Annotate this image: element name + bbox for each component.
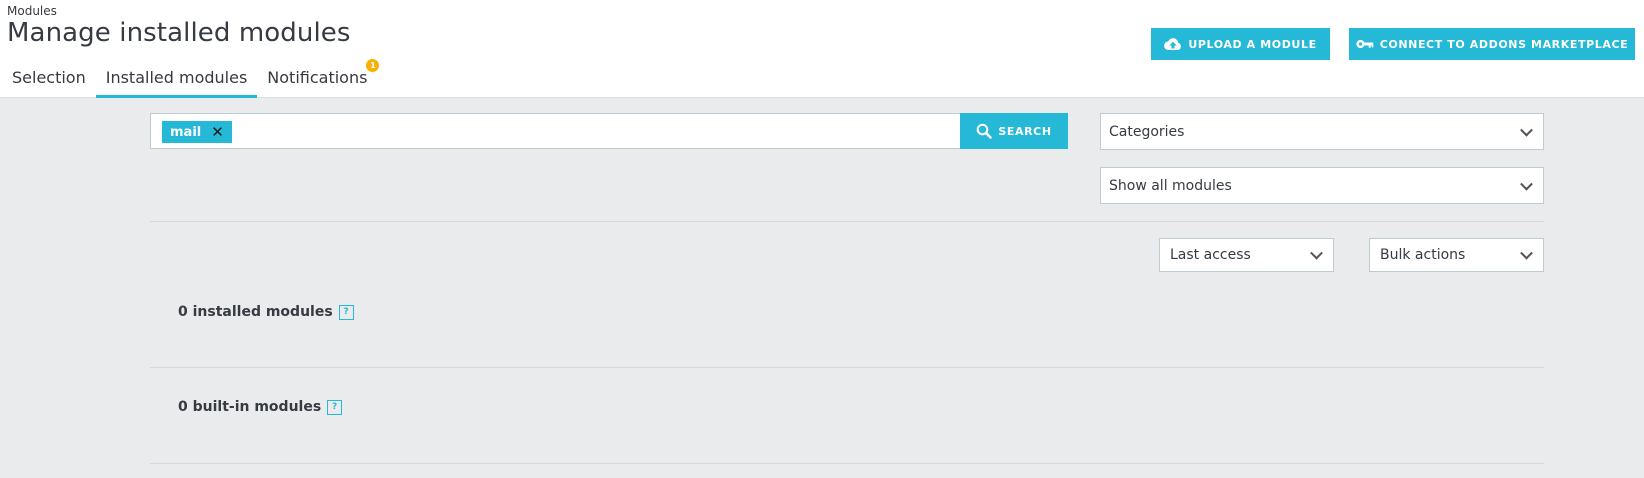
search-tag-label: mail <box>170 124 202 140</box>
divider <box>150 221 1544 222</box>
breadcrumb[interactable]: Modules <box>7 4 57 18</box>
chevron-down-icon <box>1310 246 1323 260</box>
sort-select[interactable]: Last access <box>1159 238 1334 272</box>
connect-addons-button[interactable]: Connect to Addons marketplace <box>1349 28 1635 60</box>
categories-select-value: Categories <box>1109 123 1185 140</box>
tab-notifications[interactable]: Notifications 1 <box>257 59 380 98</box>
help-icon[interactable]: ? <box>338 304 354 320</box>
categories-select[interactable]: Categories <box>1100 113 1544 150</box>
search-icon <box>977 123 993 139</box>
builtin-modules-heading: 0 built-in modules ? <box>178 399 343 415</box>
tab-bar: Selection Installed modules Notification… <box>0 59 380 98</box>
page-header: Modules Manage installed modules Selecti… <box>0 0 1644 98</box>
chevron-down-icon <box>1520 246 1533 260</box>
page-title: Manage installed modules <box>7 18 351 48</box>
tab-installed-modules-label: Installed modules <box>105 68 248 87</box>
divider <box>150 367 1544 368</box>
search-button-label: Search <box>998 124 1052 138</box>
sort-select-value: Last access <box>1170 247 1251 263</box>
upload-module-label: Upload a module <box>1188 37 1317 51</box>
connect-addons-label: Connect to Addons marketplace <box>1379 37 1629 51</box>
search-tag: mail ✕ <box>162 121 232 143</box>
installed-modules-count: 0 installed modules <box>178 304 333 320</box>
tab-notifications-label: Notifications <box>267 68 368 87</box>
module-search-input[interactable]: mail ✕ <box>150 113 961 149</box>
status-filter-select[interactable]: Show all modules <box>1100 167 1544 204</box>
close-icon[interactable]: ✕ <box>211 123 224 141</box>
divider <box>150 463 1544 464</box>
bulk-actions-value: Bulk actions <box>1380 247 1466 263</box>
chevron-down-icon <box>1520 123 1533 137</box>
status-filter-value: Show all modules <box>1109 177 1232 194</box>
builtin-modules-count: 0 built-in modules <box>178 399 322 415</box>
upload-module-button[interactable]: Upload a module <box>1151 28 1330 60</box>
key-icon <box>1356 39 1373 49</box>
installed-modules-heading: 0 installed modules ? <box>178 304 354 320</box>
tab-installed-modules[interactable]: Installed modules <box>95 64 258 98</box>
chevron-down-icon <box>1520 177 1533 191</box>
tab-selection-label: Selection <box>12 68 86 87</box>
help-icon[interactable]: ? <box>327 399 343 415</box>
bulk-actions-select[interactable]: Bulk actions <box>1369 238 1544 272</box>
notification-badge: 1 <box>366 59 380 72</box>
tab-selection[interactable]: Selection <box>2 64 96 98</box>
search-button[interactable]: Search <box>960 113 1068 149</box>
cloud-upload-icon <box>1164 38 1182 51</box>
